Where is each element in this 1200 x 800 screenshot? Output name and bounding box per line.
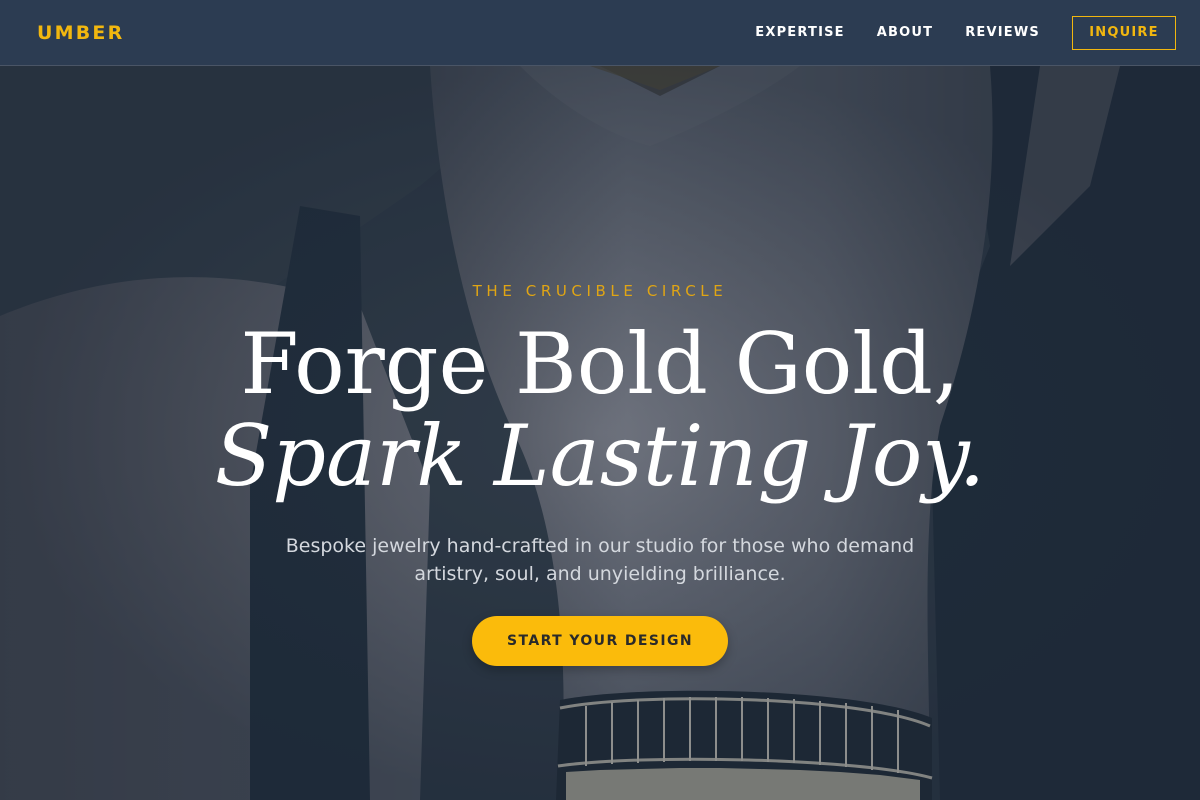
inquire-button[interactable]: INQUIRE [1072,15,1176,50]
hero-headline-line-2: Spark Lasting Joy. [214,407,986,505]
brand-logo[interactable]: UMBER [37,22,124,44]
nav-link-expertise[interactable]: EXPERTISE [755,25,845,40]
nav-link-reviews[interactable]: REVIEWS [965,25,1040,40]
hero-subtext: Bespoke jewelry hand-crafted in our stud… [285,535,915,585]
hero-headline-line-1: Forge Bold Gold, [240,315,960,413]
start-design-button[interactable]: START YOUR DESIGN [472,616,728,666]
hero-eyebrow: THE CRUCIBLE CIRCLE [472,282,728,300]
nav-link-about[interactable]: ABOUT [877,25,933,40]
hero-section: THE CRUCIBLE CIRCLE Forge Bold Gold, Spa… [0,66,1200,800]
main-nav: EXPERTISE ABOUT REVIEWS INQUIRE [755,15,1176,50]
top-navigation-bar: UMBER EXPERTISE ABOUT REVIEWS INQUIRE [0,0,1200,66]
